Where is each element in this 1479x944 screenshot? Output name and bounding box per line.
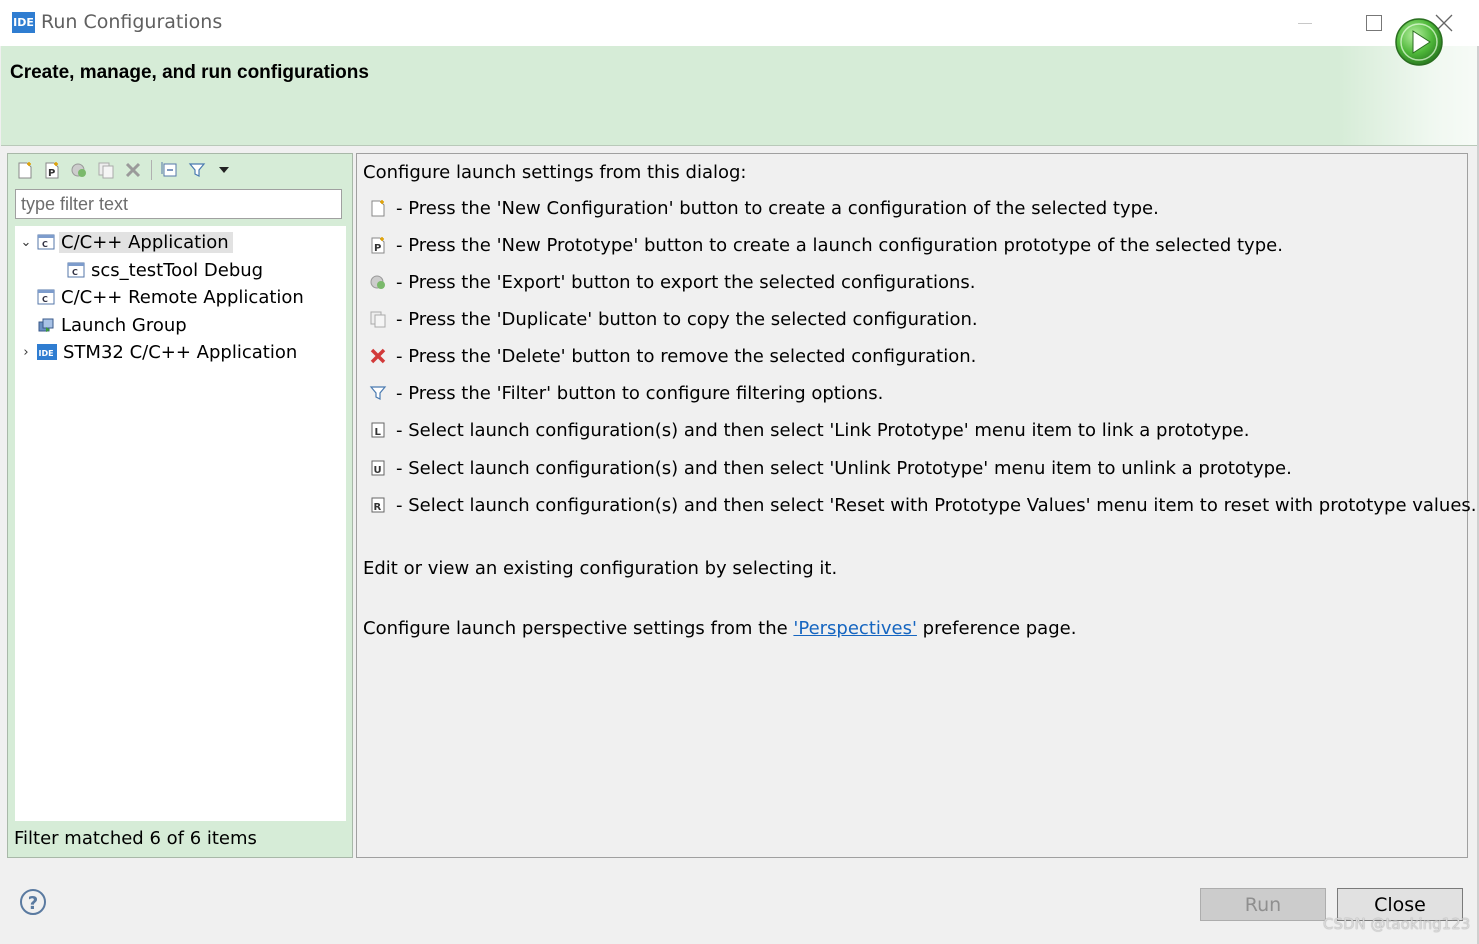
duplicate-icon — [98, 162, 114, 179]
tree-item-launch-group[interactable]: Launch Group — [37, 312, 187, 338]
config-toolbar: P — [14, 158, 235, 182]
help-info-panel: Configure launch settings from this dial… — [356, 153, 1477, 858]
svg-text:L: L — [375, 427, 382, 438]
filter-button[interactable] — [186, 159, 208, 181]
toolbar-separator — [151, 160, 152, 180]
info-text: - Press the 'Export' button to export th… — [396, 271, 976, 293]
perspective-prefix: Configure launch perspective settings fr… — [363, 618, 794, 639]
perspective-text: Configure launch perspective settings fr… — [363, 618, 1076, 639]
filter-input[interactable] — [15, 189, 342, 219]
new-configuration-button[interactable] — [14, 159, 36, 181]
info-text: - Press the 'Delete' button to remove th… — [396, 345, 977, 367]
export-icon — [370, 275, 385, 289]
expand-chevron-icon[interactable]: ⌄ — [19, 235, 33, 250]
ide-icon: IDE — [37, 344, 57, 360]
svg-text:P: P — [374, 243, 381, 254]
launch-group-icon — [38, 318, 54, 332]
run-icon — [1395, 18, 1443, 66]
info-link-prototype: L - Select launch configuration(s) and t… — [368, 416, 1249, 444]
tree-item-label: Launch Group — [61, 314, 187, 336]
delete-button[interactable] — [122, 159, 144, 181]
view-menu-button[interactable] — [213, 159, 235, 181]
tree-item-label: scs_testTool Debug — [91, 259, 264, 281]
new-prototype-icon: P — [371, 237, 385, 254]
unlink-prototype-icon: U — [371, 460, 385, 476]
info-filter: - Press the 'Filter' button to configure… — [368, 379, 883, 407]
edit-config-text: Edit or view an existing configuration b… — [363, 558, 838, 579]
filter-icon — [369, 386, 387, 400]
svg-text:C: C — [42, 295, 48, 304]
new-prototype-icon: P — [45, 162, 59, 179]
expand-chevron-icon[interactable]: › — [19, 345, 33, 360]
window-title: Run Configurations — [41, 11, 223, 33]
new-config-icon — [18, 162, 32, 179]
tree-item-label: C/C++ Application — [59, 231, 233, 253]
reset-prototype-icon: R — [371, 497, 385, 513]
delete-icon — [370, 348, 386, 364]
svg-text:P: P — [48, 168, 55, 179]
info-text: - Press the 'Filter' button to configure… — [396, 382, 884, 404]
svg-text:U: U — [374, 465, 382, 476]
tree-item-cpp-application[interactable]: ⌄ C C/C++ Application — [19, 229, 233, 255]
maximize-icon — [1366, 15, 1382, 31]
link-prototype-icon: L — [371, 422, 385, 438]
tree-item-label: C/C++ Remote Application — [61, 286, 304, 308]
export-icon — [71, 163, 86, 177]
c-config-icon: C — [37, 234, 55, 250]
svg-text:R: R — [374, 502, 382, 513]
minimize-icon — [1298, 23, 1312, 24]
info-new-configuration: - Press the 'New Configuration' button t… — [368, 194, 1159, 222]
collapse-all-button[interactable] — [159, 159, 181, 181]
c-config-icon: C — [37, 289, 55, 305]
delete-icon — [125, 162, 141, 178]
info-duplicate: - Press the 'Duplicate' button to copy t… — [368, 305, 978, 333]
svg-text:C: C — [72, 268, 78, 277]
header-banner: Create, manage, and run configurations — [1, 46, 1478, 146]
info-reset-prototype: R - Select launch configuration(s) and t… — [368, 491, 1477, 519]
new-prototype-button[interactable]: P — [41, 159, 63, 181]
info-unlink-prototype: U - Select launch configuration(s) and t… — [368, 454, 1292, 482]
watermark-text: CSDN @taoking123 — [1323, 915, 1471, 933]
filter-icon — [188, 163, 206, 177]
export-button[interactable] — [68, 159, 90, 181]
perspectives-link[interactable]: 'Perspectives' — [793, 618, 917, 639]
duplicate-icon — [370, 311, 386, 328]
duplicate-button[interactable] — [95, 159, 117, 181]
banner-title: Create, manage, and run configurations — [10, 62, 369, 83]
c-config-icon: C — [67, 262, 85, 278]
info-text: - Press the 'New Configuration' button t… — [396, 197, 1159, 219]
svg-text:C: C — [42, 240, 48, 249]
tree-item-stm32-application[interactable]: › IDE STM32 C/C++ Application — [19, 339, 297, 365]
configuration-tree: ⌄ C C/C++ Application C scs_testTool Deb… — [15, 226, 346, 821]
ide-app-icon: IDE — [12, 12, 35, 33]
tree-item-cpp-remote-application[interactable]: C C/C++ Remote Application — [37, 284, 304, 310]
tree-item-label: STM32 C/C++ Application — [63, 341, 298, 363]
maximize-button[interactable] — [1354, 8, 1394, 38]
perspective-suffix: preference page. — [916, 618, 1077, 639]
info-text: - Press the 'New Prototype' button to cr… — [396, 234, 1283, 256]
info-export: - Press the 'Export' button to export th… — [368, 268, 976, 296]
configuration-list-panel: P ⌄ C C/C++ Application C scs_te — [7, 153, 353, 858]
intro-text: Configure launch settings from this dial… — [363, 162, 747, 183]
info-text: - Select launch configuration(s) and the… — [396, 419, 1250, 441]
info-new-prototype: P - Press the 'New Prototype' button to … — [368, 231, 1283, 259]
info-delete: - Press the 'Delete' button to remove th… — [368, 342, 976, 370]
new-config-icon — [371, 200, 385, 217]
info-text: - Select launch configuration(s) and the… — [396, 494, 1477, 516]
tree-item-scs-testtool-debug[interactable]: C scs_testTool Debug — [67, 257, 263, 283]
dropdown-arrow-icon — [219, 167, 229, 173]
run-button[interactable]: Run — [1200, 888, 1326, 921]
info-text: - Press the 'Duplicate' button to copy t… — [396, 308, 978, 330]
title-bar: IDE Run Configurations — [0, 0, 1479, 46]
minimize-button[interactable] — [1285, 8, 1325, 38]
help-button[interactable]: ? — [20, 889, 46, 915]
filter-status-text: Filter matched 6 of 6 items — [14, 828, 257, 849]
svg-text:IDE: IDE — [39, 349, 54, 358]
collapse-all-icon — [161, 162, 177, 177]
info-text: - Select launch configuration(s) and the… — [396, 457, 1292, 479]
